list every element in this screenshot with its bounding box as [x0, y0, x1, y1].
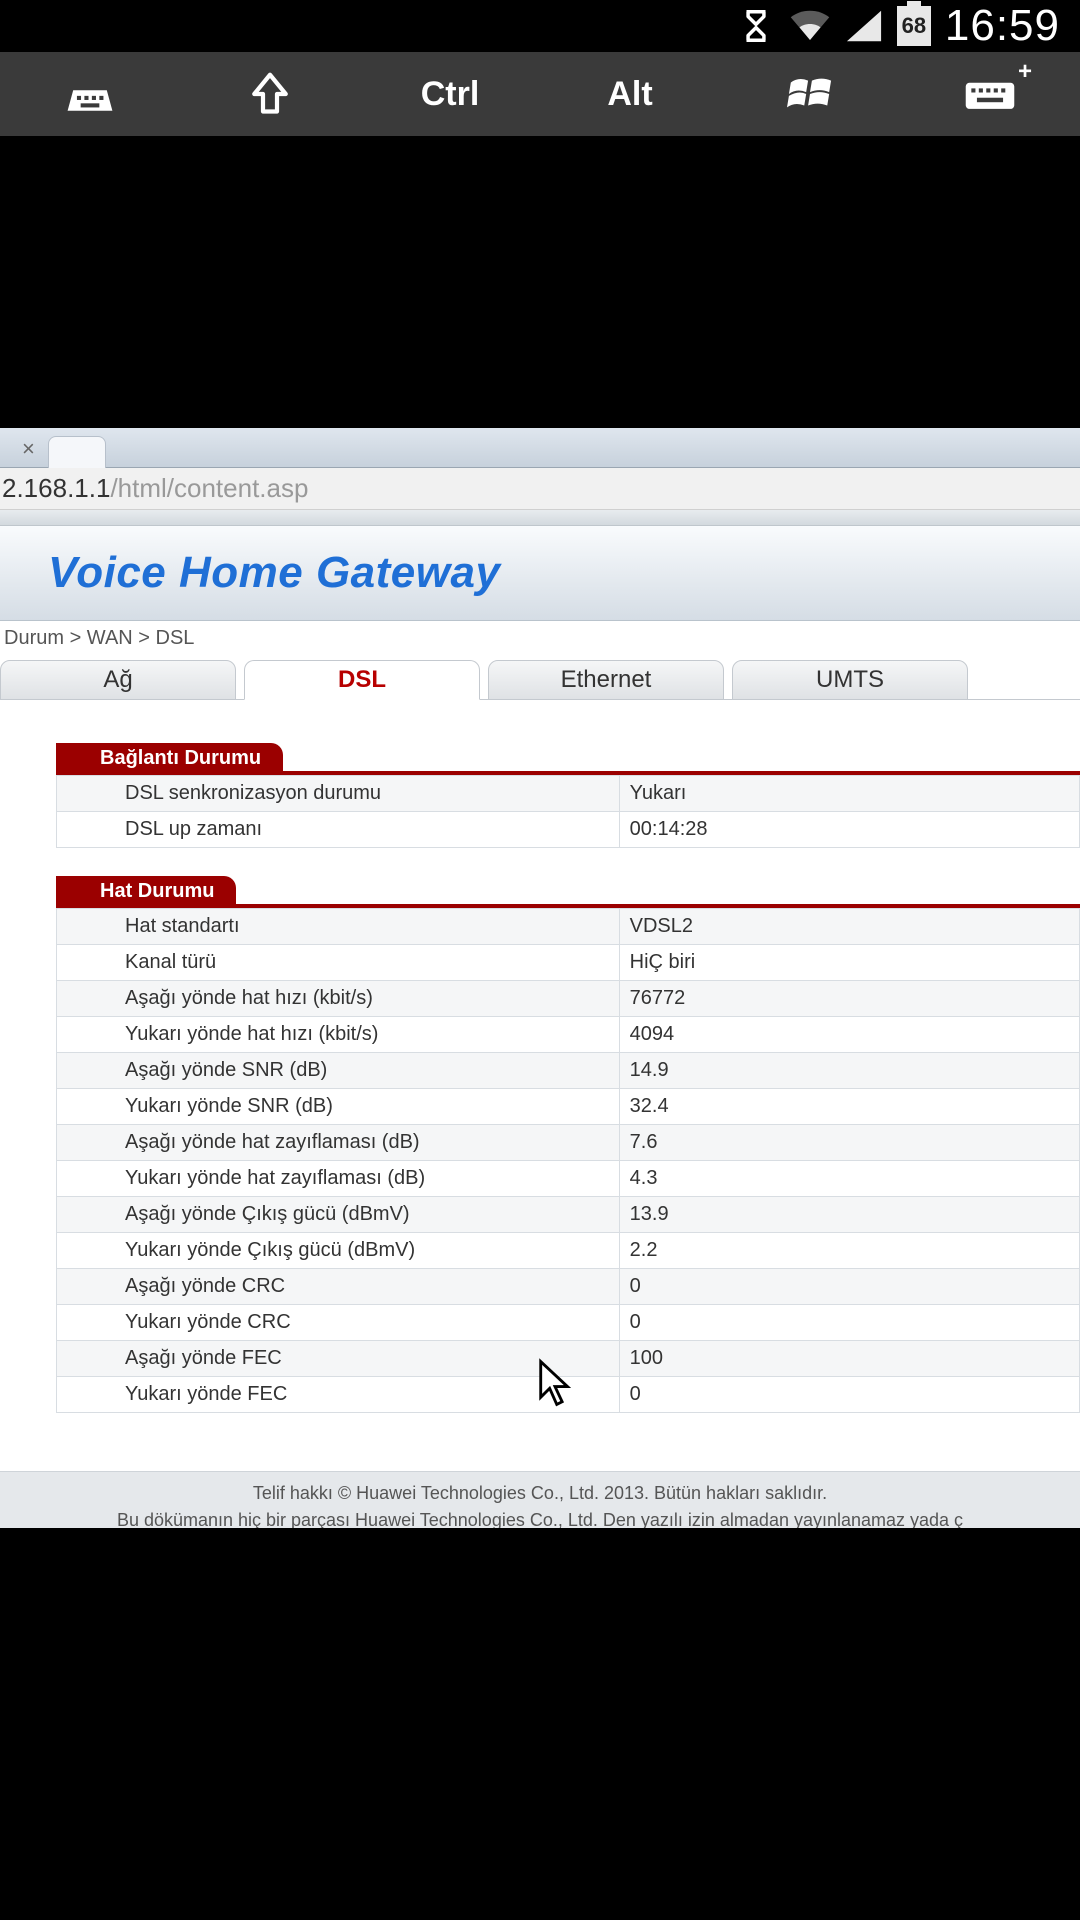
row-label: Aşağı yönde hat zayıflaması (dB) — [57, 1125, 620, 1161]
row-value: 7.6 — [619, 1125, 1079, 1161]
table-row: Yukarı yönde Çıkış gücü (dBmV)2.2 — [57, 1233, 1080, 1269]
keyboard-plus-icon[interactable]: + — [950, 64, 1030, 124]
table-row: Yukarı yönde CRC0 — [57, 1305, 1080, 1341]
wifi-icon — [789, 9, 831, 43]
row-label: DSL up zamanı — [57, 812, 620, 848]
row-label: Kanal türü — [57, 945, 620, 981]
row-label: Aşağı yönde CRC — [57, 1269, 620, 1305]
page-header: Voice Home Gateway — [0, 526, 1080, 621]
row-label: DSL senkronizasyon durumu — [57, 776, 620, 812]
row-value: 0 — [619, 1269, 1079, 1305]
battery-level: 68 — [902, 13, 926, 39]
browser-tab-strip: × — [0, 428, 1080, 468]
clock: 16:59 — [945, 1, 1060, 51]
breadcrumb: Durum > WAN > DSL — [0, 621, 1080, 660]
row-value: 76772 — [619, 981, 1079, 1017]
url-host: 2.168.1.1 — [2, 473, 110, 504]
table-row: Yukarı yönde SNR (dB)32.4 — [57, 1089, 1080, 1125]
row-value: VDSL2 — [619, 909, 1079, 945]
table-row: Aşağı yönde Çıkış gücü (dBmV)13.9 — [57, 1197, 1080, 1233]
browser-tab[interactable] — [48, 436, 106, 468]
row-label: Hat standartı — [57, 909, 620, 945]
page-title: Voice Home Gateway — [48, 548, 500, 597]
row-label: Aşağı yönde SNR (dB) — [57, 1053, 620, 1089]
table-row: Yukarı yönde FEC0 — [57, 1377, 1080, 1413]
battery-icon: 68 — [897, 6, 931, 46]
row-label: Aşağı yönde Çıkış gücü (dBmV) — [57, 1197, 620, 1233]
row-value: 4094 — [619, 1017, 1079, 1053]
tab-dsl[interactable]: DSL — [244, 660, 480, 700]
rdp-toolbar: Ctrl Alt + — [0, 52, 1080, 136]
row-label: Yukarı yönde hat hızı (kbit/s) — [57, 1017, 620, 1053]
table-row: Hat standartıVDSL2 — [57, 909, 1080, 945]
row-label: Yukarı yönde SNR (dB) — [57, 1089, 620, 1125]
row-label: Yukarı yönde Çıkış gücü (dBmV) — [57, 1233, 620, 1269]
row-value: 0 — [619, 1377, 1079, 1413]
hourglass-icon — [737, 6, 775, 46]
cellular-signal-icon — [845, 8, 883, 44]
tab-ag[interactable]: Ağ — [0, 660, 236, 700]
page-content: Bağlantı Durumu DSL senkronizasyon durum… — [0, 703, 1080, 1471]
row-value: 100 — [619, 1341, 1079, 1377]
table-row: Aşağı yönde hat hızı (kbit/s)76772 — [57, 981, 1080, 1017]
browser-sub-ribbon — [0, 510, 1080, 526]
table-row: DSL up zamanı00:14:28 — [57, 812, 1080, 848]
table-row: Aşağı yönde hat zayıflaması (dB)7.6 — [57, 1125, 1080, 1161]
url-path: /html/content.asp — [110, 473, 308, 504]
row-label: Yukarı yönde CRC — [57, 1305, 620, 1341]
table-row: DSL senkronizasyon durumuYukarı — [57, 776, 1080, 812]
row-label: Yukarı yönde FEC — [57, 1377, 620, 1413]
row-label: Yukarı yönde hat zayıflaması (dB) — [57, 1161, 620, 1197]
row-value: Yukarı — [619, 776, 1079, 812]
row-value: 0 — [619, 1305, 1079, 1341]
tab-ethernet[interactable]: Ethernet — [488, 660, 724, 700]
row-label: Aşağı yönde hat hızı (kbit/s) — [57, 981, 620, 1017]
ctrl-key[interactable]: Ctrl — [410, 75, 490, 114]
table-row: Aşağı yönde FEC100 — [57, 1341, 1080, 1377]
section-header-line: Hat Durumu — [56, 876, 236, 907]
table-row: Yukarı yönde hat zayıflaması (dB)4.3 — [57, 1161, 1080, 1197]
windows-icon[interactable] — [770, 64, 850, 124]
keyboard-icon[interactable] — [50, 64, 130, 124]
close-icon[interactable]: × — [22, 438, 35, 460]
row-value: 13.9 — [619, 1197, 1079, 1233]
row-value: 00:14:28 — [619, 812, 1079, 848]
row-value: 32.4 — [619, 1089, 1079, 1125]
table-row: Yukarı yönde hat hızı (kbit/s)4094 — [57, 1017, 1080, 1053]
connection-status-table: DSL senkronizasyon durumuYukarıDSL up za… — [56, 775, 1080, 848]
remote-desktop-view: × 2.168.1.1/html/content.asp Voice Home … — [0, 428, 1080, 1528]
row-value: 4.3 — [619, 1161, 1079, 1197]
row-value: 14.9 — [619, 1053, 1079, 1089]
row-label: Aşağı yönde FEC — [57, 1341, 620, 1377]
table-row: Kanal türüHiÇ biri — [57, 945, 1080, 981]
tab-umts[interactable]: UMTS — [732, 660, 968, 700]
shift-icon[interactable] — [230, 64, 310, 124]
line-status-table: Hat standartıVDSL2Kanal türüHiÇ biriAşağ… — [56, 908, 1080, 1413]
alt-key[interactable]: Alt — [590, 75, 670, 114]
android-status-bar: 68 16:59 — [0, 0, 1080, 52]
page-tabs: Ağ DSL Ethernet UMTS — [0, 660, 1080, 700]
table-row: Aşağı yönde CRC0 — [57, 1269, 1080, 1305]
browser-address-bar[interactable]: 2.168.1.1/html/content.asp — [0, 468, 1080, 510]
row-value: HiÇ biri — [619, 945, 1079, 981]
footer-line-1: Telif hakkı © Huawei Technologies Co., L… — [6, 1480, 1074, 1507]
section-header-connection: Bağlantı Durumu — [56, 743, 283, 774]
table-row: Aşağı yönde SNR (dB)14.9 — [57, 1053, 1080, 1089]
row-value: 2.2 — [619, 1233, 1079, 1269]
